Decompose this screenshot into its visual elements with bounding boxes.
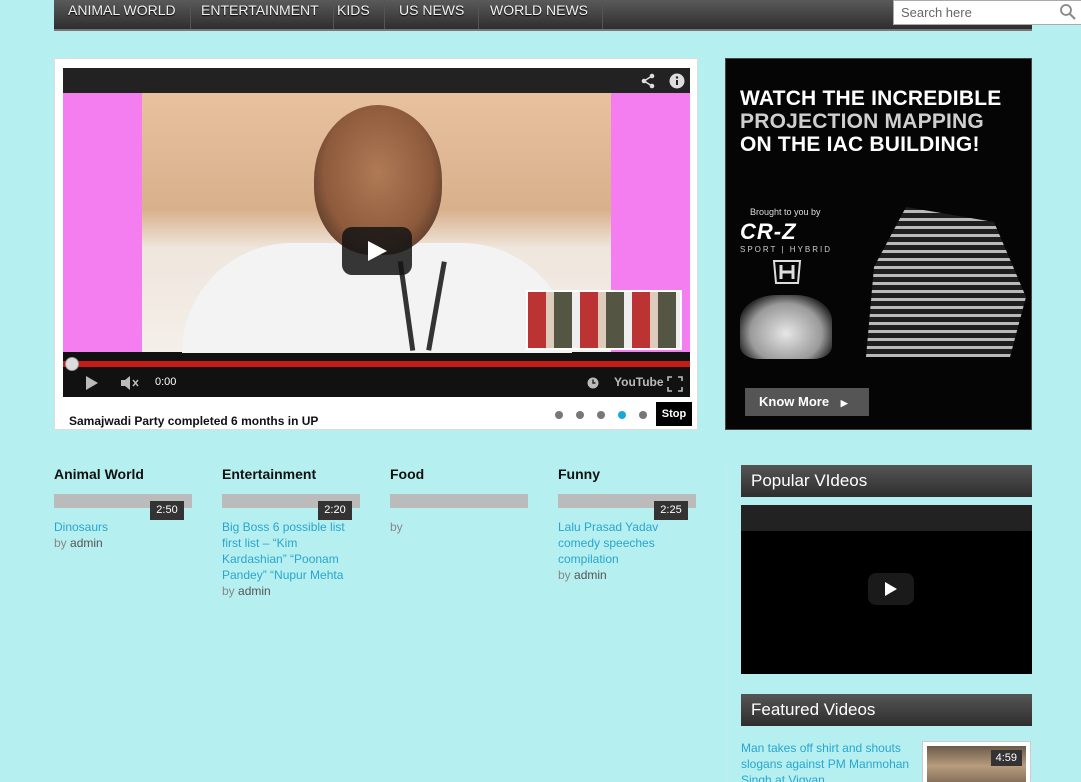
post-byline: by	[390, 519, 530, 535]
building-image	[866, 207, 1026, 357]
category-post: Big Boss 6 possible list first list – “K…	[222, 519, 362, 599]
fullscreen-icon[interactable]	[667, 376, 683, 392]
arrow-right-icon: ▶	[840, 398, 848, 408]
duration-badge: 4:59	[990, 750, 1022, 766]
ad-headline: WATCH THE INCREDIBLE PROJECTION MAPPING …	[740, 87, 1025, 156]
slider-dot[interactable]	[639, 411, 647, 419]
category-post: Lalu Prasad Yadav comedy speeches compil…	[558, 519, 698, 583]
info-icon[interactable]	[669, 73, 685, 89]
player-controls: 0:00 YouTube	[63, 370, 690, 397]
category-post: by	[390, 519, 530, 535]
slider-dot[interactable]	[597, 411, 605, 419]
byline-prefix: by	[222, 584, 235, 598]
play-button[interactable]	[342, 227, 412, 275]
post-link[interactable]: Lalu Prasad Yadav comedy speeches compil…	[558, 519, 698, 567]
post-byline: by admin	[558, 567, 698, 583]
column-divider	[726, 466, 727, 782]
video-thumbnail[interactable]	[390, 494, 528, 508]
hero-caption[interactable]: Samajwadi Party completed 6 months in UP	[69, 414, 318, 428]
stop-button[interactable]: Stop	[656, 402, 692, 426]
time-label: 0:00	[155, 376, 177, 388]
post-link[interactable]: Dinosaurs	[54, 519, 194, 535]
ad-headline-line1: WATCH THE INCREDIBLE	[740, 87, 1002, 110]
category-title[interactable]: Animal World	[54, 466, 194, 482]
author-link[interactable]: admin	[238, 584, 271, 598]
play-icon[interactable]	[85, 376, 99, 390]
ad-brand-logo: CR-Z	[740, 219, 797, 244]
ad-headline-line2: PROJECTION MAPPING	[740, 110, 984, 133]
slider-dot-active[interactable]	[618, 411, 626, 419]
popular-videos-header: Popular VIdeos	[741, 465, 1032, 497]
author-link[interactable]: admin	[70, 536, 103, 550]
hero-slider: 0:00 YouTube Samajwadi Party completed 6…	[54, 58, 698, 430]
category-title[interactable]: Funny	[558, 466, 698, 482]
author-link[interactable]: admin	[574, 568, 607, 582]
category-food: Food by	[390, 466, 530, 534]
honda-logo-icon	[772, 260, 802, 284]
nav-item-kids[interactable]: KIDS	[323, 0, 385, 29]
play-icon	[885, 582, 897, 596]
video-frame	[63, 93, 690, 353]
player-topbar	[63, 68, 690, 93]
popular-video-player[interactable]	[741, 505, 1032, 674]
featured-video-link[interactable]: Man takes off shirt and shouts slogans a…	[741, 740, 916, 782]
ad-headline-line3: ON THE IAC BUILDING!	[740, 133, 980, 156]
post-link[interactable]: Big Boss 6 possible list first list – “K…	[222, 519, 362, 583]
player-topbar	[741, 505, 1032, 531]
featured-videos-header: Featured Videos	[741, 694, 1032, 726]
thumbnail-image: 4:59	[927, 746, 1026, 782]
nav-item-us-news[interactable]: US NEWS	[385, 0, 480, 29]
nav-item-world-news[interactable]: WORLD NEWS	[476, 0, 603, 29]
category-title[interactable]: Food	[390, 466, 530, 482]
byline-prefix: by	[54, 536, 67, 550]
watch-later-icon[interactable]	[587, 377, 599, 389]
know-more-label: Know More	[759, 394, 830, 409]
duration-badge: 2:20	[318, 501, 352, 520]
youtube-logo[interactable]: YouTube	[614, 375, 664, 389]
post-byline: by admin	[222, 583, 362, 599]
progress-handle[interactable]	[65, 357, 79, 371]
search-box	[893, 0, 1081, 25]
byline-prefix: by	[558, 568, 571, 582]
main-nav: ANIMAL WORLD ENTERTAINMENT KIDS US NEWS …	[54, 0, 1081, 31]
featured-video-thumbnail[interactable]: 4:59	[922, 741, 1031, 782]
ad-brought-by: Brought to you by	[750, 207, 821, 217]
search-input[interactable]	[894, 1, 1054, 24]
play-button[interactable]	[868, 573, 914, 605]
volume-icon[interactable]	[121, 376, 141, 390]
play-icon	[368, 241, 387, 261]
post-byline: by admin	[54, 535, 194, 551]
category-funny: Funny 2:25 Lalu Prasad Yadav comedy spee…	[558, 466, 698, 582]
video-thumbnail-collage	[526, 290, 682, 350]
know-more-button[interactable]: Know More ▶	[745, 388, 869, 416]
slider-dot[interactable]	[576, 411, 584, 419]
hero-video-player[interactable]: 0:00 YouTube	[63, 68, 690, 397]
category-animal-world: Animal World 2:50 Dinosaurs by admin	[54, 466, 194, 550]
nav-item-animal-world[interactable]: ANIMAL WORLD	[54, 0, 191, 29]
duration-badge: 2:50	[150, 501, 184, 520]
category-post: Dinosaurs by admin	[54, 519, 194, 551]
ad-brand-subtitle: SPORT | HYBRID	[740, 245, 833, 254]
duration-badge: 2:25	[654, 501, 688, 520]
nav-item-entertainment[interactable]: ENTERTAINMENT	[187, 0, 334, 29]
search-icon[interactable]	[1059, 3, 1077, 21]
category-title[interactable]: Entertainment	[222, 466, 362, 482]
byline-prefix: by	[390, 520, 403, 534]
category-entertainment: Entertainment 2:20 Big Boss 6 possible l…	[222, 466, 362, 598]
progress-bar[interactable]	[63, 361, 690, 367]
car-image	[740, 295, 832, 359]
share-icon[interactable]	[640, 73, 656, 89]
slider-dot[interactable]	[555, 411, 563, 419]
advertisement[interactable]: WATCH THE INCREDIBLE PROJECTION MAPPING …	[725, 58, 1032, 430]
